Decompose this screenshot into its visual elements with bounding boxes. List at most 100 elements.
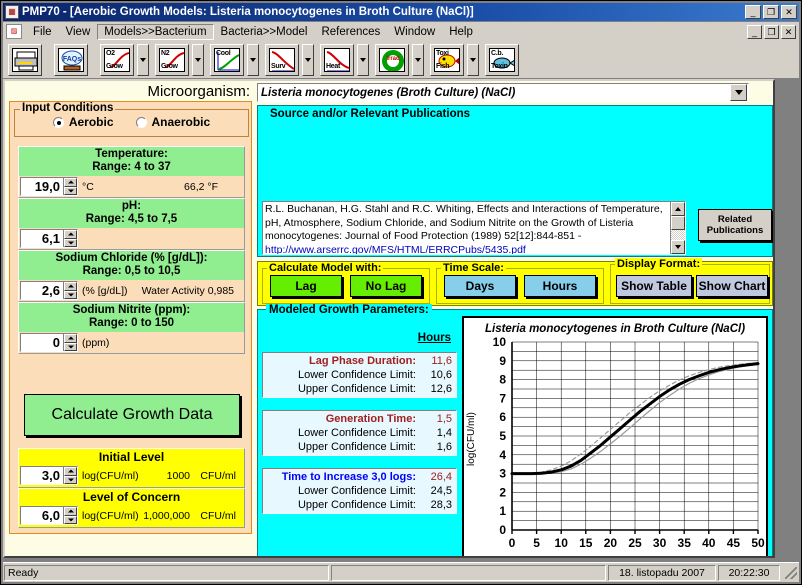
o2-growth-button[interactable]: O2 Grow (100, 43, 134, 76)
temperature-input[interactable]: 19,0 (20, 177, 78, 196)
menu-references[interactable]: References (314, 24, 387, 40)
scroll-down-icon[interactable] (671, 240, 685, 254)
maximize-button[interactable]: ❐ (763, 5, 779, 19)
sodium-nitrite-range: Range: 0 to 150 (89, 317, 174, 329)
svg-text:25: 25 (628, 536, 642, 550)
svg-text:10: 10 (555, 536, 569, 550)
sodium-nitrite-input[interactable]: 0 (20, 333, 78, 352)
app-icon: ▦ (5, 5, 19, 19)
show-chart-button[interactable]: Show Chart (696, 275, 768, 297)
organism-select[interactable]: Listeria monocytogenes (Broth Culture) (… (257, 83, 749, 102)
initial-level-input[interactable]: 3,0 (20, 466, 78, 485)
menu-file[interactable]: File (26, 24, 59, 40)
window-title: PMP70 - [Aerobic Growth Models: Listeria… (22, 6, 474, 18)
status-blank (331, 564, 606, 581)
cooling-dropdown[interactable] (247, 43, 259, 76)
growth-model-child-window: Microorganism: Input Conditions Aerobic … (3, 79, 775, 558)
toxin-fish-button[interactable]: Toxi Fish (430, 43, 464, 76)
svg-text:20: 20 (604, 536, 618, 550)
menu-models-bacterium[interactable]: Models>>Bacterium (97, 23, 214, 40)
faqs-button[interactable]: FAQs (54, 43, 88, 76)
calculate-growth-data-button[interactable]: Calculate Growth Data (24, 394, 240, 436)
lag-button[interactable]: Lag (270, 275, 342, 297)
temperature-value: 19,0 (34, 179, 60, 194)
close-button[interactable]: ✕ (781, 5, 797, 19)
toxin-fish-dropdown[interactable] (467, 43, 479, 76)
menu-view[interactable]: View (59, 24, 98, 40)
grow-label: Grow (106, 62, 123, 70)
scrollbar-track[interactable] (671, 230, 685, 240)
child-minimize-button[interactable]: _ (747, 24, 762, 39)
growth-chart: Listeria monocytogenes in Broth Culture … (462, 316, 768, 558)
n2-growth-dropdown[interactable] (192, 43, 204, 76)
heat-dropdown[interactable] (357, 43, 369, 76)
initial-level-title: Initial Level (98, 450, 165, 464)
chart-x-axis-label: Hours (464, 556, 766, 558)
child-close-button[interactable]: ✕ (781, 24, 796, 39)
tti-ucl-label: Upper Confidence Limit: (297, 499, 416, 511)
show-table-button[interactable]: Show Table (616, 275, 692, 297)
chart-plot-area: 0123456789100 5 10 15 20 25 30 35 40 45 50 (493, 335, 765, 550)
publications-text-body: R.L. Buchanan, H.G. Stahl and R.C. Whiti… (263, 202, 670, 254)
publications-link[interactable]: http://www.arserrc.gov/MFS/HTML/ERRCPubs… (265, 244, 526, 255)
chevron-down-icon[interactable] (730, 84, 747, 101)
status-ready: Ready (4, 564, 329, 581)
menu-help[interactable]: Help (442, 24, 480, 40)
temperature-stepper[interactable] (63, 178, 77, 195)
sodium-nitrite-stepper[interactable] (63, 334, 77, 351)
initial-level-group: Initial Level 3,0 log(CFU/ml) 1000 CFU/m… (18, 448, 245, 488)
ph-stepper[interactable] (63, 230, 77, 247)
temperature-header: Temperature: Range: 4 to 37 (19, 147, 244, 176)
no-lag-button[interactable]: No Lag (350, 275, 422, 297)
status-bar: Ready 18. listopadu 2007 20:22:30 (3, 562, 799, 582)
survival-dropdown[interactable] (302, 43, 314, 76)
child-restore-button[interactable]: ❐ (764, 24, 779, 39)
survival-button[interactable]: Surv (265, 43, 299, 76)
sodium-chloride-input[interactable]: 2,6 (20, 281, 78, 300)
publications-scrollbar[interactable] (670, 202, 685, 254)
ph-input[interactable]: 6,1 (20, 229, 78, 248)
hours-button[interactable]: Hours (524, 275, 596, 297)
radio-anaerobic-label: Anaerobic (151, 115, 211, 129)
radio-anaerobic-dot (135, 116, 147, 128)
level-of-concern-stepper[interactable] (63, 507, 77, 524)
minimize-button[interactable]: _ (745, 5, 761, 19)
resize-grip-icon[interactable] (784, 566, 798, 580)
modeled-growth-parameters-panel: Modeled Growth Parameters: Hours Lag Pha… (257, 304, 773, 558)
sodium-chloride-stepper[interactable] (63, 282, 77, 299)
cob-toxin-button[interactable]: C.b. Toxin (485, 43, 519, 76)
heat-button[interactable]: Heat (320, 43, 354, 76)
time-to-increase-group: Time to Increase 3,0 logs: 26,4 Lower Co… (262, 468, 457, 514)
temperature-range: Range: 4 to 37 (92, 161, 171, 173)
menu-bacteria-model[interactable]: Bacteria>>Model (214, 24, 315, 40)
scroll-up-icon[interactable] (671, 202, 685, 216)
menu-window[interactable]: Window (387, 24, 442, 40)
lag-phase-duration-title: Lag Phase Duration: (309, 355, 416, 367)
print-button[interactable] (8, 43, 42, 76)
sodium-nitrite-title: Sodium Nitrite (ppm): (72, 304, 191, 316)
initial-level-stepper[interactable] (63, 467, 77, 484)
svg-text:2: 2 (499, 485, 506, 499)
status-date: 18. listopadu 2007 (608, 564, 716, 581)
scrollbar-thumb[interactable] (671, 216, 685, 230)
toxin-fish-icon: Toxi Fish (434, 47, 460, 72)
tti-lcl-label: Lower Confidence Limit: (297, 485, 416, 497)
radio-aerobic[interactable]: Aerobic (52, 115, 114, 129)
related-publications-button[interactable]: Related Publications (698, 209, 772, 241)
cooling-button[interactable]: Cool (210, 43, 244, 76)
n2-growth-button[interactable]: N2 Grow (155, 43, 189, 76)
sodium-nitrite-value: 0 (52, 335, 60, 350)
initial-level-count: 1000 (166, 469, 190, 482)
days-button[interactable]: Days (444, 275, 516, 297)
level-of-concern-input[interactable]: 6,0 (20, 506, 78, 525)
o2-label: O2 (106, 49, 115, 57)
publications-textbox[interactable]: R.L. Buchanan, H.G. Stahl and R.C. Whiti… (262, 201, 686, 255)
related-publications-line2: Publications (706, 225, 764, 236)
irradiation-button[interactable]: Irrad (375, 43, 409, 76)
mdi-child-icon[interactable]: ▨ (6, 24, 22, 39)
irradiation-dropdown[interactable] (412, 43, 424, 76)
o2-growth-dropdown[interactable] (137, 43, 149, 76)
child-window-controls: _ ❐ ✕ (747, 24, 796, 39)
radio-anaerobic[interactable]: Anaerobic (135, 115, 211, 129)
time-to-increase-row: Time to Increase 3,0 logs: 26,4 (263, 470, 456, 484)
